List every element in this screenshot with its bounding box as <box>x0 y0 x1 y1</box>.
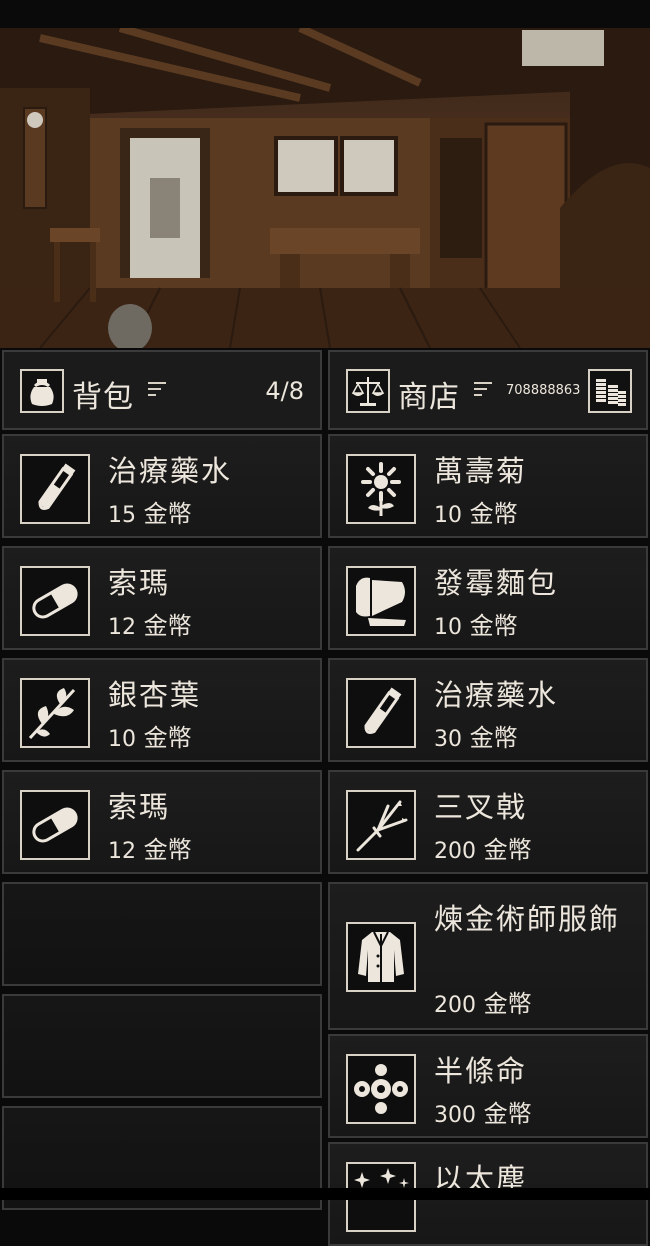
item-name: 煉金術師服飾 <box>434 902 621 936</box>
item-name: 治療藥水 <box>108 454 233 488</box>
item-name: 索瑪 <box>108 566 171 600</box>
item-price: 300 金幣 <box>434 1100 532 1128</box>
inventory-empty-slot[interactable] <box>2 994 322 1098</box>
pill-icon <box>20 790 90 860</box>
item-price: 10 金幣 <box>434 612 518 640</box>
pill-icon <box>20 566 90 636</box>
item-price: 200 金幣 <box>434 836 532 864</box>
inventory-item-3[interactable]: 銀杏葉 10 金幣 <box>2 658 322 762</box>
item-name: 三叉戟 <box>434 790 528 824</box>
inventory-item-1[interactable]: 治療藥水 15 金幣 <box>2 434 322 538</box>
inventory-sort-icon[interactable] <box>148 382 168 400</box>
shop-item-4[interactable]: 三叉戟 200 金幣 <box>328 770 648 874</box>
item-price: 15 金幣 <box>108 500 192 528</box>
shop-sort-icon[interactable] <box>474 382 494 400</box>
inventory-count: 4/8 <box>265 377 304 405</box>
shop-item-5[interactable]: 煉金術師服飾 200 金幣 <box>328 882 648 1030</box>
inventory-item-2[interactable]: 索瑪 12 金幣 <box>2 546 322 650</box>
item-name: 治療藥水 <box>434 678 559 712</box>
shop-item-1[interactable]: 萬壽菊 10 金幣 <box>328 434 648 538</box>
item-name: 萬壽菊 <box>434 454 528 488</box>
item-price: 10 金幣 <box>108 724 192 752</box>
item-price: 200 金幣 <box>434 990 532 1018</box>
shop-title: 商店 <box>398 380 460 415</box>
item-name: 發霉麵包 <box>434 566 559 600</box>
bag-icon <box>20 369 64 413</box>
bread-icon <box>346 566 416 636</box>
flower-icon <box>346 454 416 524</box>
trident-icon <box>346 790 416 860</box>
bottom-bar <box>0 1188 650 1200</box>
coat-icon <box>346 922 416 992</box>
coin-stack-icon <box>588 369 632 413</box>
inventory-empty-slot[interactable] <box>2 882 322 986</box>
shop-item-6[interactable]: 半條命 300 金幣 <box>328 1034 648 1138</box>
scales-icon <box>346 369 390 413</box>
coin-balance: 708888863 <box>506 383 581 398</box>
potion-icon <box>20 454 90 524</box>
item-price: 12 金幣 <box>108 836 192 864</box>
item-price: 30 金幣 <box>434 724 518 752</box>
inventory-title: 背包 <box>72 380 134 415</box>
item-name: 索瑪 <box>108 790 171 824</box>
inventory-header: 背包 4/8 <box>2 350 322 430</box>
shop-header: 商店 708888863 <box>328 350 648 430</box>
room-scene-image <box>0 28 650 348</box>
item-price: 12 金幣 <box>108 612 192 640</box>
orbs-icon <box>346 1054 416 1124</box>
potion-icon <box>346 678 416 748</box>
shop-item-3[interactable]: 治療藥水 30 金幣 <box>328 658 648 762</box>
item-name: 銀杏葉 <box>108 678 202 712</box>
leaf-icon <box>20 678 90 748</box>
inventory-item-4[interactable]: 索瑪 12 金幣 <box>2 770 322 874</box>
item-price: 10 金幣 <box>434 500 518 528</box>
item-name: 半條命 <box>434 1054 528 1088</box>
shop-item-2[interactable]: 發霉麵包 10 金幣 <box>328 546 648 650</box>
